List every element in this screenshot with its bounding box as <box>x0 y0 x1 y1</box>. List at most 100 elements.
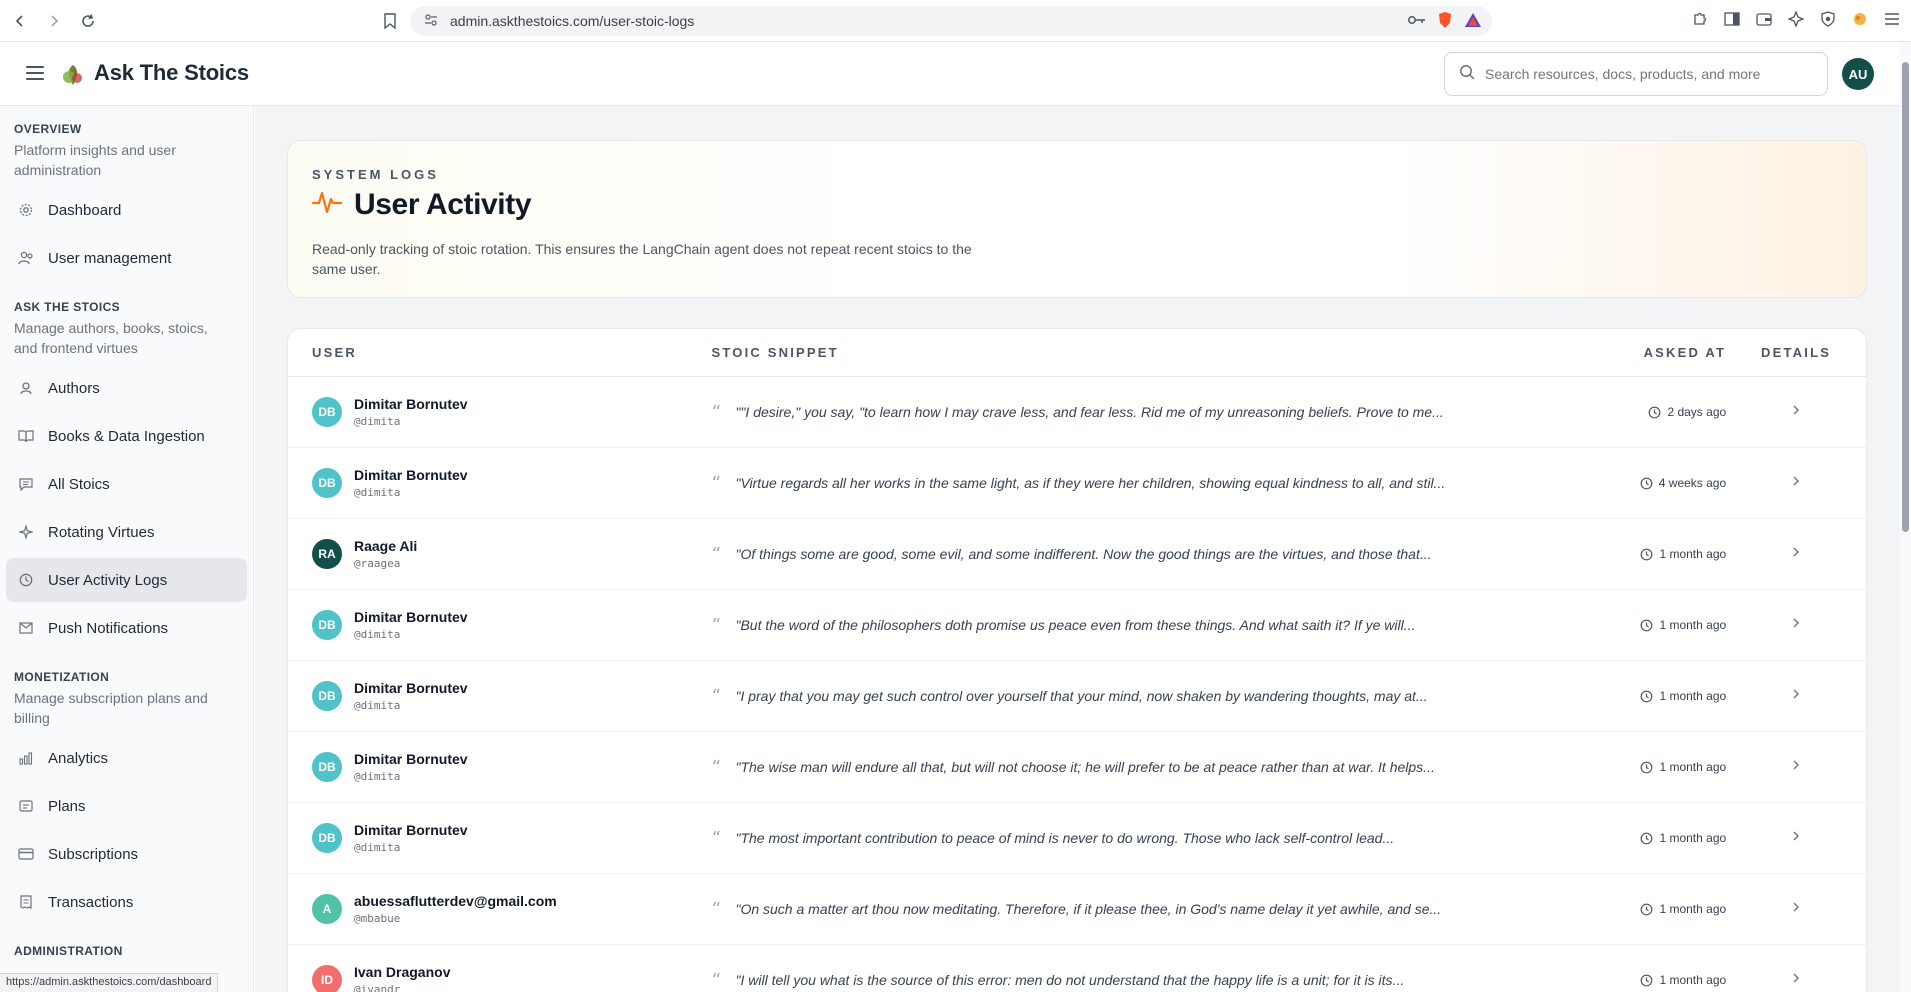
key-icon[interactable] <box>1408 11 1426 29</box>
details-cell <box>1726 545 1866 563</box>
vpn-shield-icon[interactable] <box>1819 10 1837 28</box>
wallet-icon[interactable] <box>1755 10 1773 28</box>
bar-chart-icon <box>18 750 34 766</box>
clock-icon <box>1640 477 1653 490</box>
forward-icon[interactable] <box>40 7 68 35</box>
sidebar-item-push-notifications[interactable]: Push Notifications <box>6 606 247 650</box>
sidebar-item-authors[interactable]: Authors <box>6 366 247 410</box>
chevron-right-icon[interactable] <box>1792 829 1800 845</box>
sidebar-item-plans[interactable]: Plans <box>6 784 247 828</box>
table-row[interactable]: DB Dimitar Bornutev @dimita “ "The wise … <box>288 732 1866 803</box>
snippet-cell: “ "The wise man will endure all that, bu… <box>711 757 1570 778</box>
sidebar-toggle-icon[interactable] <box>1723 10 1741 28</box>
stoic-snippet: "On such a matter art thou now meditatin… <box>735 901 1442 917</box>
section-description: Platform insights and user administratio… <box>14 142 176 178</box>
asked-at-text: 1 month ago <box>1659 831 1727 845</box>
avatar: ID <box>312 965 342 992</box>
section-title: OVERVIEW <box>14 122 82 136</box>
global-search[interactable] <box>1444 52 1828 96</box>
chevron-right-icon[interactable] <box>1792 971 1800 987</box>
sidebar-item-analytics[interactable]: Analytics <box>6 736 247 780</box>
page-title: User Activity <box>354 187 532 221</box>
asked-at-cell: 1 month ago <box>1570 902 1726 916</box>
sidebar-item-user-management[interactable]: User management <box>6 236 247 280</box>
sidebar-item-label: All Stoics <box>48 475 110 493</box>
table-row[interactable]: DB Dimitar Bornutev @dimita “ "Virtue re… <box>288 448 1866 519</box>
sidebar-item-user-activity-logs[interactable]: User Activity Logs <box>6 558 247 602</box>
table-row[interactable]: DB Dimitar Bornutev @dimita “ "I pray th… <box>288 661 1866 732</box>
stoic-snippet: "Virtue regards all her works in the sam… <box>735 475 1446 491</box>
sidebar-item-rotating-virtues[interactable]: Rotating Virtues <box>6 510 247 554</box>
scrollbar-thumb[interactable] <box>1902 62 1909 532</box>
asked-at-text: 1 month ago <box>1659 689 1727 703</box>
sidebar-item-dashboard[interactable]: Dashboard <box>6 188 247 232</box>
clock-icon <box>1648 406 1661 419</box>
page-scrollbar[interactable] <box>1900 42 1911 992</box>
asked-at-cell: 1 month ago <box>1570 547 1726 561</box>
user-avatar[interactable]: AU <box>1842 58 1874 90</box>
chevron-right-icon[interactable] <box>1792 900 1800 916</box>
chevron-right-icon[interactable] <box>1792 616 1800 632</box>
asked-at-text: 4 weeks ago <box>1658 476 1727 490</box>
table-row[interactable]: DB Dimitar Bornutev @dimita “ ""I desire… <box>288 377 1866 448</box>
chevron-right-icon[interactable] <box>1792 687 1800 703</box>
quote-icon: “ <box>711 756 721 778</box>
stoic-snippet: "I will tell you what is the source of t… <box>735 972 1405 988</box>
stoic-snippet: "I pray that you may get such control ov… <box>735 688 1428 704</box>
sidebar-item-label: Plans <box>48 797 86 815</box>
snippet-cell: “ "I will tell you what is the source of… <box>711 970 1570 991</box>
sidebar-item-books[interactable]: Books & Data Ingestion <box>6 414 247 458</box>
sidebar-item-transactions[interactable]: Transactions <box>6 880 247 924</box>
extensions-icon[interactable] <box>1691 10 1709 28</box>
chevron-right-icon[interactable] <box>1792 474 1800 490</box>
sidebar-item-all-stoics[interactable]: All Stoics <box>6 462 247 506</box>
brave-shield-icon[interactable] <box>1436 11 1454 29</box>
snippet-cell: “ "I pray that you may get such control … <box>711 686 1570 707</box>
table-row[interactable]: RA Raage Ali @raagea “ "Of things some a… <box>288 519 1866 590</box>
snippet-cell: “ "But the word of the philosophers doth… <box>711 615 1570 636</box>
details-cell <box>1726 474 1866 492</box>
snippet-cell: “ "Virtue regards all her works in the s… <box>711 473 1570 494</box>
reload-icon[interactable] <box>74 7 102 35</box>
user-name: Dimitar Bornutev <box>354 680 468 696</box>
leo-ai-icon[interactable] <box>1787 10 1805 28</box>
quote-icon: “ <box>711 614 721 636</box>
back-icon[interactable] <box>6 7 34 35</box>
asked-at-text: 2 days ago <box>1667 405 1727 419</box>
activity-pulse-icon <box>311 187 343 222</box>
sidebar-section-administration: ADMINISTRATION <box>0 944 253 958</box>
page-header-card: SYSTEM LOGS User Activity Read-only trac… <box>287 140 1867 298</box>
profile-extension-icon[interactable] <box>1851 10 1869 28</box>
details-cell <box>1726 758 1866 776</box>
details-cell <box>1726 829 1866 847</box>
table-row[interactable]: DB Dimitar Bornutev @dimita “ "But the w… <box>288 590 1866 661</box>
avatar: A <box>312 894 342 924</box>
bookmark-icon[interactable] <box>380 10 400 32</box>
chevron-right-icon[interactable] <box>1792 403 1800 419</box>
site-settings-icon[interactable] <box>424 13 438 29</box>
sidebar-item-label: Subscriptions <box>48 845 139 863</box>
menu-icon[interactable] <box>1883 10 1901 28</box>
table-row[interactable]: ID Ivan Draganov @ivandr “ "I will tell … <box>288 945 1866 992</box>
user-handle: @ivandr <box>354 983 401 992</box>
sparkle-icon <box>18 524 34 540</box>
chevron-right-icon[interactable] <box>1792 545 1800 561</box>
hamburger-menu-icon[interactable] <box>26 66 44 80</box>
column-header-user: USER <box>312 345 357 360</box>
details-cell <box>1726 403 1866 421</box>
table-row[interactable]: A abuessaflutterdev@gmail.com @mbabue “ … <box>288 874 1866 945</box>
user-handle: @mbabue <box>354 912 401 925</box>
table-row[interactable]: DB Dimitar Bornutev @dimita “ "The most … <box>288 803 1866 874</box>
sidebar-item-subscriptions[interactable]: Subscriptions <box>6 832 247 876</box>
user-cell: DB Dimitar Bornutev @dimita <box>288 609 711 641</box>
chevron-right-icon[interactable] <box>1792 758 1800 774</box>
asked-at-cell: 4 weeks ago <box>1570 476 1726 490</box>
address-bar[interactable]: admin.askthestoics.com/user-stoic-logs <box>410 6 1492 36</box>
avatar: DB <box>312 823 342 853</box>
quote-icon: “ <box>711 685 721 707</box>
asked-at-text: 1 month ago <box>1659 760 1727 774</box>
brave-rewards-icon[interactable] <box>1464 11 1482 29</box>
details-cell <box>1726 616 1866 634</box>
asked-at-text: 1 month ago <box>1659 618 1727 632</box>
search-input[interactable] <box>1485 66 1805 82</box>
